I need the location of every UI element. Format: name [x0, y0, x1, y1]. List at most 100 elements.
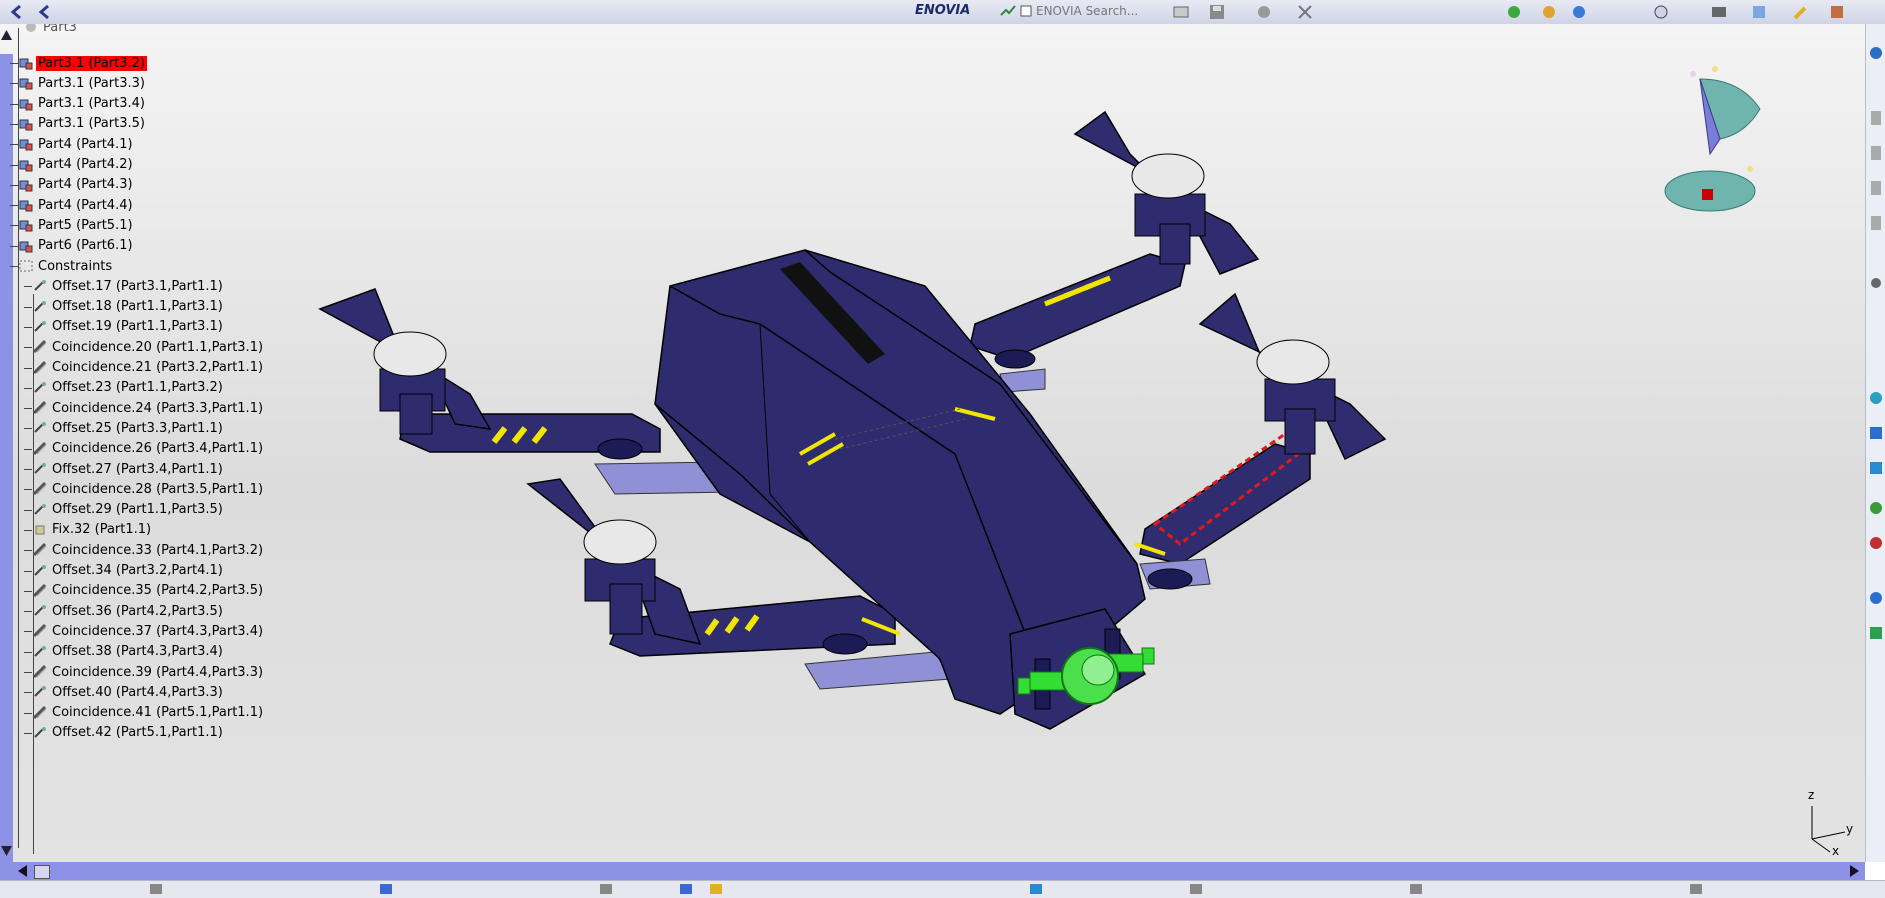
tree-item[interactable]: Part4 (Part4.1)	[10, 133, 135, 155]
save-icon[interactable]	[1208, 3, 1226, 21]
axis-y-label: y	[1846, 822, 1854, 836]
tool-icon[interactable]	[1172, 3, 1190, 21]
tool-icon[interactable]	[1867, 424, 1885, 442]
tree-item[interactable]: Offset.38 (Part4.3,Part3.4)	[24, 641, 225, 663]
scroll-up-arrow-icon[interactable]	[0, 28, 13, 42]
tree-item[interactable]: Offset.34 (Part3.2,Part4.1)	[24, 560, 225, 582]
tool-icon[interactable]	[680, 884, 692, 894]
scroll-right-arrow-icon[interactable]	[1845, 862, 1863, 880]
tool-icon[interactable]	[710, 884, 722, 894]
tool-icon[interactable]	[1867, 624, 1885, 642]
view-icon[interactable]	[1710, 3, 1728, 21]
compass-widget[interactable]	[1655, 39, 1786, 239]
specification-tree: Part3 Part3.1 (Part3.2) Part3.1 (Part3.3)…	[10, 24, 313, 862]
tool-icon[interactable]	[600, 884, 612, 894]
tool-icon[interactable]	[150, 884, 162, 894]
tree-item[interactable]: Offset.40 (Part4.4,Part3.3)	[24, 681, 225, 703]
tool-icon[interactable]	[1867, 274, 1885, 292]
tool-icon[interactable]	[1690, 884, 1702, 894]
horizontal-scrollbar[interactable]	[0, 862, 1865, 880]
tree-item[interactable]: Coincidence.24 (Part3.3,Part1.1)	[24, 397, 265, 419]
tree-item[interactable]: Offset.27 (Part3.4,Part1.1)	[24, 458, 225, 480]
tree-connector	[24, 732, 32, 734]
tree-item[interactable]: Part4 (Part4.4)	[10, 194, 135, 216]
tree-item[interactable]: Coincidence.35 (Part4.2,Part3.5)	[24, 580, 265, 602]
sphere-icon[interactable]	[1652, 3, 1670, 21]
tool-icon[interactable]	[1867, 589, 1885, 607]
tree-connector	[24, 448, 32, 450]
tree-item[interactable]: Coincidence.20 (Part1.1,Part3.1)	[24, 336, 265, 358]
tree-item[interactable]: Fix.32 (Part1.1)	[24, 519, 153, 541]
tree-item[interactable]: Coincidence.37 (Part4.3,Part3.4)	[24, 620, 265, 642]
tree-item[interactable]: Part3.1 (Part3.5)	[10, 113, 147, 135]
tree-item[interactable]: Part3.1 (Part3.3)	[10, 72, 147, 94]
tree-item[interactable]: Coincidence.41 (Part5.1,Part1.1)	[24, 702, 265, 724]
tree-connector	[10, 225, 18, 227]
tool-icon[interactable]	[1867, 144, 1885, 162]
tool-icon[interactable]	[1867, 109, 1885, 127]
tool-icon[interactable]	[1867, 179, 1885, 197]
enovia-search-button[interactable]: ENOVIA Search...	[1000, 3, 1138, 19]
tree-vertical-scrollbar[interactable]	[0, 54, 13, 862]
scroll-left-arrow-icon[interactable]	[14, 862, 32, 880]
coincidence-constraint-icon	[32, 340, 47, 354]
tree-item-label: Offset.18 (Part1.1,Part3.1)	[52, 299, 223, 315]
cut-icon[interactable]	[1296, 3, 1314, 21]
tree-item-label: Coincidence.33 (Part4.1,Part3.2)	[52, 542, 264, 558]
tree-connector	[24, 590, 32, 592]
tree-item[interactable]: Part4 (Part4.3)	[10, 174, 135, 196]
tree-header-part3[interactable]: Part3	[23, 24, 79, 38]
tool-icon[interactable]	[1867, 44, 1885, 62]
tool-icon[interactable]	[1410, 884, 1422, 894]
gear-icon[interactable]	[1540, 3, 1558, 21]
tree-item[interactable]: Part3.1 (Part3.4)	[10, 93, 147, 115]
tree-item[interactable]: Part6 (Part6.1)	[10, 235, 135, 257]
tree-item[interactable]: Offset.19 (Part1.1,Part3.1)	[24, 316, 225, 338]
tool-icon[interactable]	[1867, 459, 1885, 477]
tool-icon[interactable]	[1867, 214, 1885, 232]
tool-icon[interactable]	[1867, 499, 1885, 517]
tree-item[interactable]: Coincidence.26 (Part3.4,Part1.1)	[24, 438, 265, 460]
tree-item[interactable]: Coincidence.33 (Part4.1,Part3.2)	[24, 539, 265, 561]
tree-item-label: Part4 (Part4.3)	[38, 177, 133, 193]
render-icon[interactable]	[1828, 3, 1846, 21]
tree-item[interactable]: Coincidence.39 (Part4.4,Part3.3)	[24, 661, 265, 683]
tree-item[interactable]: Offset.23 (Part1.1,Part3.2)	[24, 377, 225, 399]
tree-item[interactable]: Offset.29 (Part1.1,Part3.5)	[24, 499, 225, 521]
tree-item[interactable]: Offset.18 (Part1.1,Part3.1)	[24, 296, 225, 318]
tree-item-constraints[interactable]: Constraints	[10, 255, 114, 277]
part-instance-icon	[19, 241, 33, 253]
globe-icon[interactable]	[1570, 3, 1588, 21]
tool-icon[interactable]	[380, 884, 392, 894]
tool-icon[interactable]	[1867, 389, 1885, 407]
tree-item[interactable]: Offset.42 (Part5.1,Part1.1)	[24, 722, 225, 744]
back-arrow-icon[interactable]	[8, 3, 26, 21]
offset-constraint-icon	[34, 300, 46, 312]
tree-item-label: Offset.19 (Part1.1,Part3.1)	[52, 319, 223, 335]
tree-item[interactable]: Part4 (Part4.2)	[10, 154, 135, 176]
coincidence-constraint-icon	[32, 482, 47, 496]
part-instance-icon	[19, 119, 33, 131]
tree-item[interactable]: Part3.1 (Part3.2)	[10, 52, 147, 74]
tree-item[interactable]: Offset.17 (Part3.1,Part1.1)	[24, 275, 225, 297]
tree-item[interactable]: Coincidence.21 (Part3.2,Part1.1)	[24, 357, 265, 379]
tool-icon[interactable]	[1867, 534, 1885, 552]
refresh-icon[interactable]	[1505, 3, 1523, 21]
tool-icon[interactable]	[1190, 884, 1202, 894]
pencil-icon[interactable]	[1792, 3, 1810, 21]
shading-icon[interactable]	[1750, 3, 1768, 21]
tree-item[interactable]: Coincidence.28 (Part3.5,Part1.1)	[24, 478, 265, 500]
tree-item-label: Offset.36 (Part4.2,Part3.5)	[52, 603, 223, 619]
tree-connector	[24, 489, 32, 491]
tree-connector	[24, 286, 32, 288]
scrollbar-thumb[interactable]	[34, 865, 50, 879]
tree-item[interactable]: Offset.36 (Part4.2,Part3.5)	[24, 600, 225, 622]
tree-item[interactable]: Part5 (Part5.1)	[10, 214, 135, 236]
settings-icon[interactable]	[1255, 3, 1273, 21]
tree-item[interactable]: Offset.25 (Part3.3,Part1.1)	[24, 417, 225, 439]
back-arrow-icon[interactable]	[36, 3, 54, 21]
3d-viewport[interactable]: z y x Part3 Part3.1 (Part3.2) Part3.1 (Pa…	[0, 24, 1865, 862]
scroll-down-arrow-icon[interactable]	[0, 844, 13, 858]
tree-connector	[24, 529, 32, 531]
tool-icon[interactable]	[1030, 884, 1042, 894]
